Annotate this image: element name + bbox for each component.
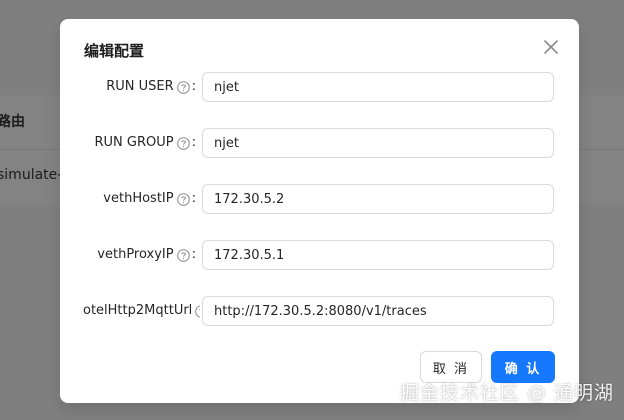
field-label-text: vethHostIP bbox=[103, 191, 174, 206]
field-label: RUN GROUP : bbox=[95, 127, 197, 159]
run-group-input[interactable] bbox=[202, 128, 554, 158]
form-row-otel-http2-mqtt-url: otelHttp2MqttUrl : bbox=[60, 295, 579, 327]
modal-title: 编辑配置 bbox=[84, 42, 145, 60]
question-circle-icon[interactable] bbox=[195, 304, 200, 318]
field-label-text: RUN USER bbox=[106, 79, 174, 94]
page: 路由 simulate- 编辑配置 RUN USER : RUN GROUP bbox=[0, 0, 624, 420]
field-label: RUN USER : bbox=[106, 71, 196, 103]
close-icon bbox=[544, 40, 558, 54]
run-user-input[interactable] bbox=[202, 72, 554, 102]
veth-proxy-ip-input[interactable] bbox=[202, 240, 554, 270]
form-row-veth-proxy-ip: vethProxyIP : bbox=[60, 239, 579, 271]
field-label: vethHostIP : bbox=[103, 183, 196, 215]
field-colon: : bbox=[191, 247, 196, 262]
edit-config-modal: 编辑配置 RUN USER : RUN GROUP bbox=[60, 19, 579, 403]
form-row-run-group: RUN GROUP : bbox=[60, 127, 579, 159]
field-label-text: vethProxyIP bbox=[97, 247, 174, 262]
question-circle-icon[interactable] bbox=[176, 80, 190, 94]
question-circle-icon[interactable] bbox=[176, 248, 190, 262]
question-circle-icon[interactable] bbox=[176, 136, 190, 150]
otel-http2-mqtt-url-input[interactable] bbox=[202, 296, 554, 326]
field-colon: : bbox=[191, 79, 196, 94]
field-colon: : bbox=[191, 191, 196, 206]
background-column-header: 路由 bbox=[0, 114, 25, 130]
form-row-run-user: RUN USER : bbox=[60, 71, 579, 103]
field-label: vethProxyIP : bbox=[97, 239, 196, 271]
field-label: otelHttp2MqttUrl : bbox=[83, 295, 200, 327]
question-circle-icon[interactable] bbox=[176, 192, 190, 206]
field-label-text: otelHttp2MqttUrl bbox=[83, 303, 193, 318]
close-button[interactable] bbox=[541, 37, 561, 57]
field-label-text: RUN GROUP bbox=[94, 135, 174, 150]
field-colon: : bbox=[191, 135, 196, 150]
field-label-clip: otelHttp2MqttUrl : bbox=[60, 295, 200, 327]
veth-host-ip-input[interactable] bbox=[202, 184, 554, 214]
background-row-cell: simulate- bbox=[0, 167, 63, 183]
watermark: 掘金技术社区 @ 通明湖 bbox=[399, 382, 614, 404]
form-row-veth-host-ip: vethHostIP : bbox=[60, 183, 579, 215]
